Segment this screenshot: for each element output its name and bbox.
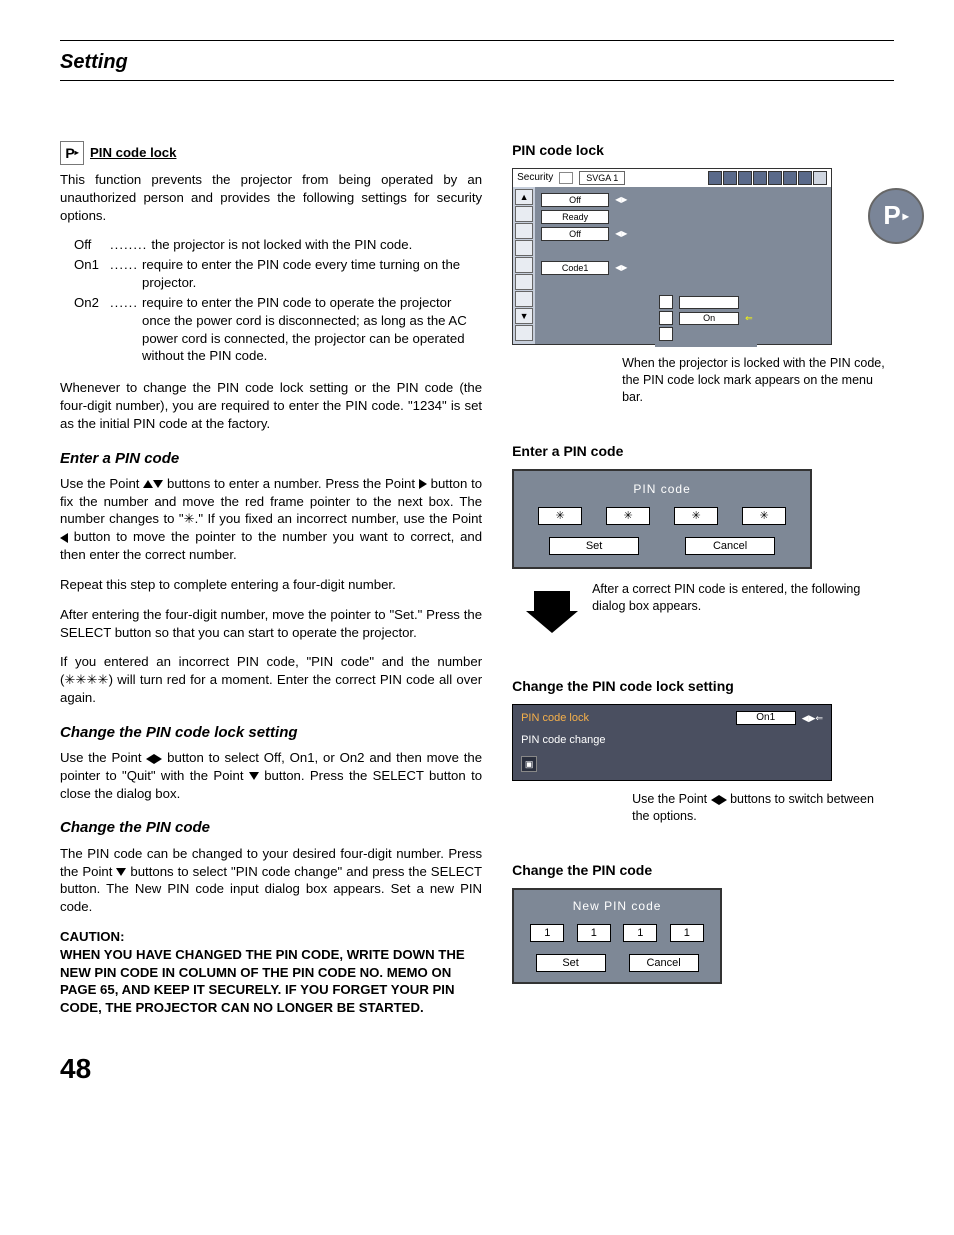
change-setting-p: Use the Point button to select Off, On1,… [60, 749, 482, 802]
change-setting-dialog: PIN code lock On1 ◀▶⇐ PIN code change ▣ [512, 704, 832, 782]
whenever-paragraph: Whenever to change the PIN code lock set… [60, 379, 482, 432]
header-rule-top [60, 40, 894, 41]
option-off: Off........the projector is not locked w… [74, 236, 482, 254]
left-arrow-icon [60, 533, 68, 543]
page-number: 48 [60, 1050, 894, 1088]
right-column: PIN code lock Security SVGA 1 ▲ [512, 141, 894, 1020]
pin-digit: 1 [623, 924, 657, 942]
cancel-button: Cancel [685, 537, 775, 555]
pin-digit: 1 [530, 924, 564, 942]
heading-pin-code-lock-right: PIN code lock [512, 141, 894, 160]
heading-change-setting-right: Change the PIN code lock setting [512, 677, 894, 696]
enter-pin-p1: Use the Point buttons to enter a number.… [60, 475, 482, 564]
sidebar-up-icon: ▲ [515, 189, 533, 205]
pin-digit: ✳ [606, 507, 650, 525]
enter-pin-p4: If you entered an incorrect PIN code, "P… [60, 653, 482, 706]
pin-code-dialog: PIN code ✳ ✳ ✳ ✳ Set Cancel [512, 469, 812, 569]
sidebar-item-icon [515, 257, 533, 273]
caution-body: WHEN YOU HAVE CHANGED THE PIN CODE, WRIT… [60, 946, 482, 1017]
cancel-button: Cancel [629, 954, 699, 972]
option-on1: On1......require to enter the PIN code e… [74, 256, 482, 292]
sidebar-item-icon [515, 223, 533, 239]
sidebar-item-icon [515, 274, 533, 290]
pin-digit: ✳ [538, 507, 582, 525]
resolution-tag: SVGA 1 [579, 171, 625, 185]
osd-main: Off◀▶ Ready Off◀▶ Code1◀▶ On⇐ [535, 187, 831, 344]
osd-value [541, 244, 609, 258]
caption-2: After a correct PIN code is entered, the… [592, 581, 894, 615]
heading-change-code-right: Change the PIN code [512, 861, 894, 880]
lr-arrows-icon: ◀▶⇐ [802, 712, 823, 724]
quit-icon [659, 327, 673, 341]
pin-lock-mark-callout: P▸ [868, 188, 924, 244]
topbar-icons [708, 171, 827, 185]
heading-pin-code-lock: PIN code lock [90, 144, 176, 162]
block-change-code: Change the PIN code New PIN code 1 1 1 1… [512, 861, 894, 984]
down-arrow-icon [116, 868, 126, 876]
block-change-setting: Change the PIN code lock setting PIN cod… [512, 677, 894, 825]
options-list: Off........the projector is not locked w… [74, 236, 482, 365]
osd-value: Ready [541, 210, 609, 224]
pin-code-lock-value: On1 [736, 711, 796, 725]
caution-label: CAUTION: [60, 928, 482, 946]
sidebar-quit-icon [515, 325, 533, 341]
osd-value: Off [541, 193, 609, 207]
intro-paragraph: This function prevents the projector fro… [60, 171, 482, 224]
enter-pin-p2: Repeat this step to complete entering a … [60, 576, 482, 594]
sidebar-item-icon [515, 206, 533, 222]
topbar-icon [559, 172, 573, 184]
left-arrow-icon [711, 795, 719, 805]
key-icon [659, 295, 673, 309]
sidebar-down-icon: ▼ [515, 308, 533, 324]
left-column: P▸ PIN code lock This function prevents … [60, 141, 482, 1020]
pin-digit: 1 [577, 924, 611, 942]
osd-screenshot: Security SVGA 1 ▲ [512, 168, 832, 345]
pin-icon [659, 311, 673, 325]
heading-enter-pin-right: Enter a PIN code [512, 442, 894, 461]
enter-pin-p3: After entering the four-digit number, mo… [60, 606, 482, 642]
new-pin-title: New PIN code [524, 898, 710, 914]
osd-inner-dialog: On⇐ [655, 291, 757, 347]
right-arrow-icon [419, 479, 427, 489]
new-pin-dialog: New PIN code 1 1 1 1 Set Cancel [512, 888, 722, 984]
pin-code-change-label: PIN code change [521, 733, 823, 748]
block-pin-code-lock: PIN code lock Security SVGA 1 ▲ [512, 141, 894, 406]
osd-value: Code1 [541, 261, 609, 275]
heading-change-setting: Change the PIN code lock setting [60, 723, 482, 743]
heading-enter-pin: Enter a PIN code [60, 449, 482, 469]
heading-change-code: Change the PIN code [60, 818, 482, 838]
header-rule-bottom [60, 80, 894, 81]
down-arrow-icon [249, 772, 259, 780]
pin-digit: ✳ [742, 507, 786, 525]
pin-code-title: PIN code [526, 481, 798, 497]
set-button: Set [536, 954, 606, 972]
osd-value: Off [541, 227, 609, 241]
quit-icon: ▣ [521, 756, 537, 772]
pin-lock-icon: P▸ [60, 141, 84, 165]
sidebar-item-icon [515, 291, 533, 307]
right-arrow-icon [719, 795, 727, 805]
up-arrow-icon [143, 480, 153, 488]
option-on2: On2......require to enter the PIN code t… [74, 294, 482, 365]
down-arrow-graphic [526, 581, 578, 641]
set-button: Set [549, 537, 639, 555]
section-title: Setting [60, 49, 894, 76]
pin-code-lock-label: PIN code lock [521, 711, 736, 726]
sidebar-item-icon [515, 240, 533, 256]
caption-1: When the projector is locked with the PI… [622, 355, 894, 406]
osd-sidebar: ▲ ▼ [513, 187, 535, 344]
caption-3: Use the Point buttons to switch between … [632, 791, 894, 825]
change-code-p: The PIN code can be changed to your desi… [60, 845, 482, 916]
osd-topbar: Security SVGA 1 [513, 169, 831, 187]
pin-digit: ✳ [674, 507, 718, 525]
down-arrow-icon [153, 480, 163, 488]
block-enter-pin: Enter a PIN code PIN code ✳ ✳ ✳ ✳ Set Ca… [512, 442, 894, 641]
left-arrow-icon [146, 754, 154, 764]
pin-digit: 1 [670, 924, 704, 942]
